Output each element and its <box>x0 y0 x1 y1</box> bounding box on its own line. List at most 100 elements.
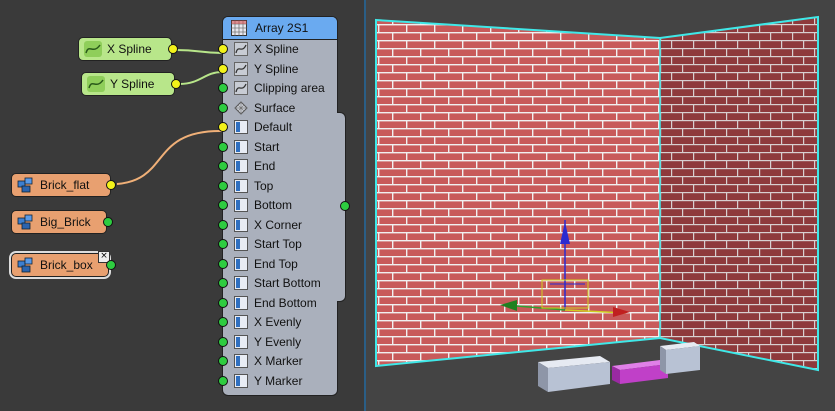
spline-icon <box>84 41 102 57</box>
y-spline-output-port[interactable] <box>171 79 181 89</box>
y-spline-node-label: Y Spline <box>110 77 155 91</box>
brick-flat-node[interactable]: Brick_flat <box>11 173 116 197</box>
input-port[interactable] <box>218 239 228 249</box>
brick-slot-icon <box>234 256 248 271</box>
input-row-top[interactable]: Top <box>218 177 337 196</box>
input-row-x-marker[interactable]: X Marker <box>218 352 337 371</box>
input-row-end-bottom[interactable]: End Bottom <box>218 294 337 313</box>
input-row-default[interactable]: Default <box>218 118 337 137</box>
input-row-label: Start <box>254 139 280 154</box>
input-row-start[interactable]: Start <box>218 138 337 157</box>
input-row-label: X Corner <box>254 217 303 232</box>
input-row-label: Y Marker <box>254 373 303 388</box>
big-brick-node-label: Big_Brick <box>40 215 91 229</box>
input-port[interactable] <box>218 356 228 366</box>
brick-slot-icon <box>234 334 248 349</box>
input-port[interactable] <box>218 219 228 230</box>
array-output-port[interactable] <box>340 201 350 211</box>
input-row-label: Y Spline <box>254 61 299 76</box>
brick-slot-icon <box>234 159 248 173</box>
viewport-scene <box>375 15 819 392</box>
input-row-label: Default <box>254 120 293 134</box>
brick-flat-output-port[interactable] <box>106 180 116 190</box>
input-row-y-marker[interactable]: Y Marker <box>218 372 337 391</box>
brick-slot-icon <box>234 237 248 251</box>
3d-viewport[interactable] <box>366 0 835 411</box>
input-row-end-top[interactable]: End Top <box>218 255 337 274</box>
array-node-header[interactable]: Array 2S1 <box>223 17 337 40</box>
input-port[interactable] <box>218 200 228 210</box>
brick-box-grey-small[interactable] <box>660 342 700 374</box>
input-port[interactable] <box>218 83 228 93</box>
input-port[interactable] <box>218 180 228 191</box>
input-port[interactable] <box>218 375 228 386</box>
brick-slot-icon <box>234 373 248 388</box>
spline-icon <box>234 61 248 76</box>
brick-slot-icon <box>234 276 248 290</box>
input-row-label: X Marker <box>254 354 303 368</box>
input-row-x-corner[interactable]: X Corner <box>218 216 337 235</box>
brick-slot-icon <box>234 178 248 193</box>
spline-icon <box>234 42 248 56</box>
brick-slot-icon <box>234 354 248 368</box>
brick-slot-icon <box>234 315 248 329</box>
input-row-label: Start Bottom <box>254 276 321 290</box>
array-2s1-node[interactable]: Array 2S1 X Spline Y Spline Clipping area S… <box>218 16 338 396</box>
input-row-x-spline[interactable]: X Spline <box>218 40 337 59</box>
input-port[interactable] <box>218 141 228 152</box>
surface-icon <box>234 100 248 115</box>
brick-box-grey-large[interactable] <box>538 356 610 392</box>
input-row-label: X Spline <box>254 42 299 56</box>
brick-box-magenta[interactable] <box>612 360 668 384</box>
big-brick-output-port[interactable] <box>103 217 113 227</box>
input-port[interactable] <box>218 161 228 171</box>
input-row-end[interactable]: End <box>218 157 337 176</box>
wire-brick-flat <box>116 129 223 185</box>
input-row-label: Surface <box>254 100 296 115</box>
brick-flat-node-label: Brick_flat <box>40 178 90 192</box>
input-port[interactable] <box>218 317 228 327</box>
input-row-y-spline[interactable]: Y Spline <box>218 60 337 79</box>
input-port[interactable] <box>218 336 228 347</box>
spline-icon <box>87 76 105 92</box>
input-port[interactable] <box>218 44 228 54</box>
input-row-start-bottom[interactable]: Start Bottom <box>218 274 337 293</box>
input-port[interactable] <box>218 102 228 113</box>
brick-box-output-port[interactable] <box>106 260 116 270</box>
brick-object-icon <box>17 257 33 273</box>
input-row-clipping-area[interactable]: Clipping area <box>218 79 337 98</box>
brick-box-node[interactable]: Brick_box × <box>9 251 116 279</box>
input-port[interactable] <box>218 258 228 269</box>
brick-slot-icon <box>234 295 248 310</box>
input-port[interactable] <box>218 278 228 288</box>
right-brick-wall[interactable] <box>660 17 818 370</box>
grid-array-icon <box>231 20 247 36</box>
input-row-label: End Bottom <box>254 295 317 310</box>
x-spline-node-label: X Spline <box>107 42 152 56</box>
brick-object-icon <box>17 177 33 193</box>
brick-slot-icon <box>234 120 248 134</box>
input-port[interactable] <box>218 63 228 74</box>
brick-slot-icon <box>234 217 248 232</box>
brick-slot-icon <box>234 198 248 212</box>
input-port[interactable] <box>218 122 228 132</box>
node-graph-editor[interactable]: X Spline Y Spline Brick_flat Big_Brick B… <box>0 0 364 411</box>
brick-object-icon <box>17 214 33 230</box>
y-spline-node[interactable]: Y Spline <box>81 72 181 96</box>
input-row-label: Top <box>254 178 274 193</box>
input-port[interactable] <box>218 297 228 308</box>
x-spline-node[interactable]: X Spline <box>78 37 178 61</box>
big-brick-node[interactable]: Big_Brick <box>11 210 113 234</box>
brick-box-node-label: Brick_box <box>40 258 93 272</box>
x-spline-output-port[interactable] <box>168 44 178 54</box>
input-row-bottom[interactable]: Bottom <box>218 196 337 215</box>
wire-x-spline <box>175 49 223 54</box>
spline-icon <box>234 81 248 95</box>
input-row-start-top[interactable]: Start Top <box>218 235 337 254</box>
input-row-label: Y Evenly <box>254 334 302 349</box>
input-row-label: X Evenly <box>254 315 302 329</box>
input-row-x-evenly[interactable]: X Evenly <box>218 313 337 332</box>
input-row-y-evenly[interactable]: Y Evenly <box>218 333 337 352</box>
input-row-surface[interactable]: Surface <box>218 99 337 118</box>
input-row-label: End Top <box>254 256 298 271</box>
